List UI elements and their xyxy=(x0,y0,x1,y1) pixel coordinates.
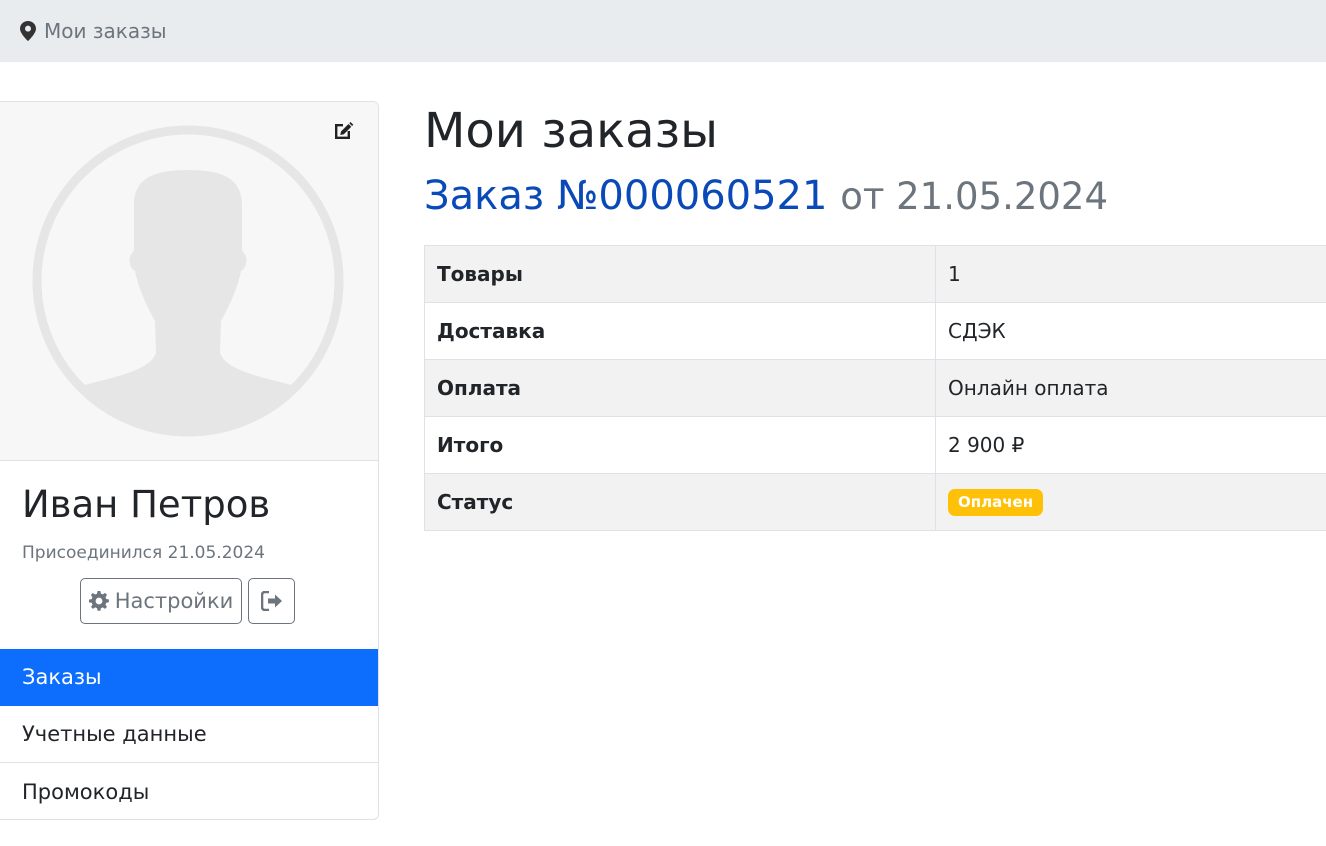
joined-date: Присоединился 21.05.2024 xyxy=(22,543,265,563)
nav-item-account-details[interactable]: Учетные данные xyxy=(0,706,378,763)
status-badge: Оплачен xyxy=(948,489,1044,516)
order-heading: Заказ №000060521 от 21.05.2024 xyxy=(424,173,1108,219)
nav-item-label: Промокоды xyxy=(22,779,150,804)
edit-avatar-button[interactable] xyxy=(330,118,356,144)
settings-label: Настройки xyxy=(114,589,234,613)
row-value: Оплачен xyxy=(935,473,1326,531)
nav-item-orders[interactable]: Заказы xyxy=(0,649,378,706)
edit-icon xyxy=(335,122,354,139)
nav-item-promocodes[interactable]: Промокоды xyxy=(0,763,378,819)
settings-button[interactable]: Настройки xyxy=(80,578,242,624)
map-marker-icon xyxy=(20,21,36,41)
row-value: 2 900 ₽ xyxy=(935,416,1326,474)
row-label: Оплата xyxy=(424,359,936,417)
table-row: Оплата Онлайн оплата xyxy=(424,359,1326,417)
order-details-table: Товары 1 Доставка СДЭК Оплата Онлайн опл… xyxy=(424,245,1326,531)
user-name: Иван Петров xyxy=(22,483,271,526)
table-row: Товары 1 xyxy=(424,245,1326,303)
profile-card: Иван Петров Присоединился 21.05.2024 Нас… xyxy=(0,101,379,820)
row-value: СДЭК xyxy=(935,302,1326,360)
table-row: Итого 2 900 ₽ xyxy=(424,416,1326,474)
breadcrumb-label[interactable]: Мои заказы xyxy=(44,19,167,43)
table-row: Статус Оплачен xyxy=(424,473,1326,531)
user-silhouette-icon xyxy=(22,115,354,447)
order-date: от 21.05.2024 xyxy=(840,175,1108,218)
row-label: Товары xyxy=(424,245,936,303)
row-label: Статус xyxy=(424,473,936,531)
nav-item-label: Заказы xyxy=(22,665,102,689)
row-value: 1 xyxy=(935,245,1326,303)
nav-item-label: Учетные данные xyxy=(22,722,207,746)
avatar-container xyxy=(0,102,378,461)
row-label: Доставка xyxy=(424,302,936,360)
row-label: Итого xyxy=(424,416,936,474)
sign-out-icon xyxy=(260,591,282,611)
breadcrumb: Мои заказы xyxy=(0,0,1326,62)
row-value: Онлайн оплата xyxy=(935,359,1326,417)
logout-button[interactable] xyxy=(248,578,295,624)
page-title: Мои заказы xyxy=(424,103,718,159)
account-nav: Заказы Учетные данные Промокоды xyxy=(0,649,378,819)
order-link[interactable]: Заказ №000060521 xyxy=(424,173,827,219)
table-row: Доставка СДЭК xyxy=(424,302,1326,360)
gear-icon xyxy=(88,591,109,611)
